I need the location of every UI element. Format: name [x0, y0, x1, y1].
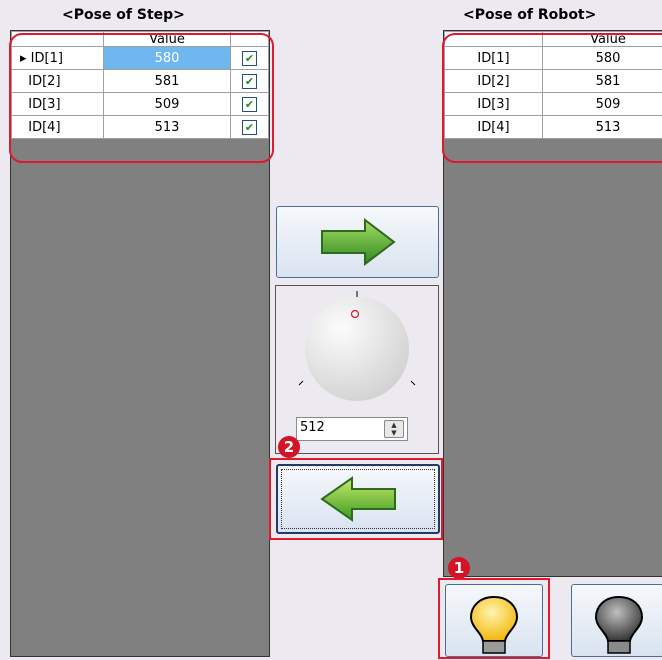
row-id: ID[1]	[445, 47, 543, 70]
row-selector-icon: ▸	[20, 51, 27, 66]
callout-badge-1: 1	[448, 557, 470, 579]
table-row[interactable]: ID[4] 513 ✔	[12, 116, 269, 139]
row-id: ID[4]	[28, 120, 60, 135]
row-checkbox[interactable]: ✔	[242, 74, 257, 89]
row-checkbox[interactable]: ✔	[242, 120, 257, 135]
row-value[interactable]: 581	[104, 70, 231, 93]
step-pose-grid: Value ▸ ID[1] 580 ✔ ID[2] 581 ✔ ID[3] 50…	[11, 31, 269, 139]
arrow-right-icon	[277, 207, 438, 277]
value-column-header: Value	[543, 32, 662, 47]
robot-pose-grid: Value ID[1] 580 ID[2] 581 ID[3] 509 ID[4…	[444, 31, 662, 139]
robot-pose-panel: Value ID[1] 580 ID[2] 581 ID[3] 509 ID[4…	[443, 30, 662, 577]
dial-value-input[interactable]: 512 ▲▼	[296, 417, 408, 441]
pose-of-robot-title: <Pose of Robot>	[463, 7, 596, 23]
row-value: 509	[543, 93, 662, 116]
arrow-left-icon	[278, 466, 438, 532]
torque-off-button[interactable]	[571, 584, 662, 657]
dial-knob[interactable]	[276, 286, 438, 411]
pose-of-step-title: <Pose of Step>	[62, 7, 185, 23]
row-id: ID[2]	[28, 74, 60, 89]
row-id: ID[3]	[28, 97, 60, 112]
torque-on-button[interactable]	[445, 584, 543, 657]
row-id: ID[2]	[445, 70, 543, 93]
dial-control[interactable]: 512 ▲▼	[275, 285, 439, 454]
lightbulb-off-icon	[572, 585, 662, 656]
table-row[interactable]: ▸ ID[1] 580 ✔	[12, 47, 269, 70]
row-value[interactable]: 513	[104, 116, 231, 139]
row-value[interactable]: 509	[104, 93, 231, 116]
row-value: 513	[543, 116, 662, 139]
get-from-robot-button[interactable]	[276, 464, 440, 534]
row-value: 581	[543, 70, 662, 93]
table-row[interactable]: ID[3] 509 ✔	[12, 93, 269, 116]
row-id: ID[1]	[31, 51, 63, 66]
table-row: ID[4] 513	[445, 116, 662, 139]
row-value[interactable]: 580	[104, 47, 231, 70]
row-id: ID[3]	[445, 93, 543, 116]
value-column-header: Value	[104, 32, 231, 47]
spin-arrows-icon[interactable]: ▲▼	[384, 420, 404, 438]
step-pose-panel: Value ▸ ID[1] 580 ✔ ID[2] 581 ✔ ID[3] 50…	[10, 30, 270, 657]
table-row: ID[1] 580	[445, 47, 662, 70]
row-value: 580	[543, 47, 662, 70]
table-row: ID[3] 509	[445, 93, 662, 116]
dial-value: 512	[300, 420, 325, 435]
table-row: ID[2] 581	[445, 70, 662, 93]
row-id: ID[4]	[445, 116, 543, 139]
row-checkbox[interactable]: ✔	[242, 97, 257, 112]
send-to-robot-button[interactable]	[276, 206, 439, 278]
lightbulb-on-icon	[446, 585, 542, 656]
table-row[interactable]: ID[2] 581 ✔	[12, 70, 269, 93]
callout-badge-2: 2	[278, 436, 300, 458]
row-checkbox[interactable]: ✔	[242, 51, 257, 66]
